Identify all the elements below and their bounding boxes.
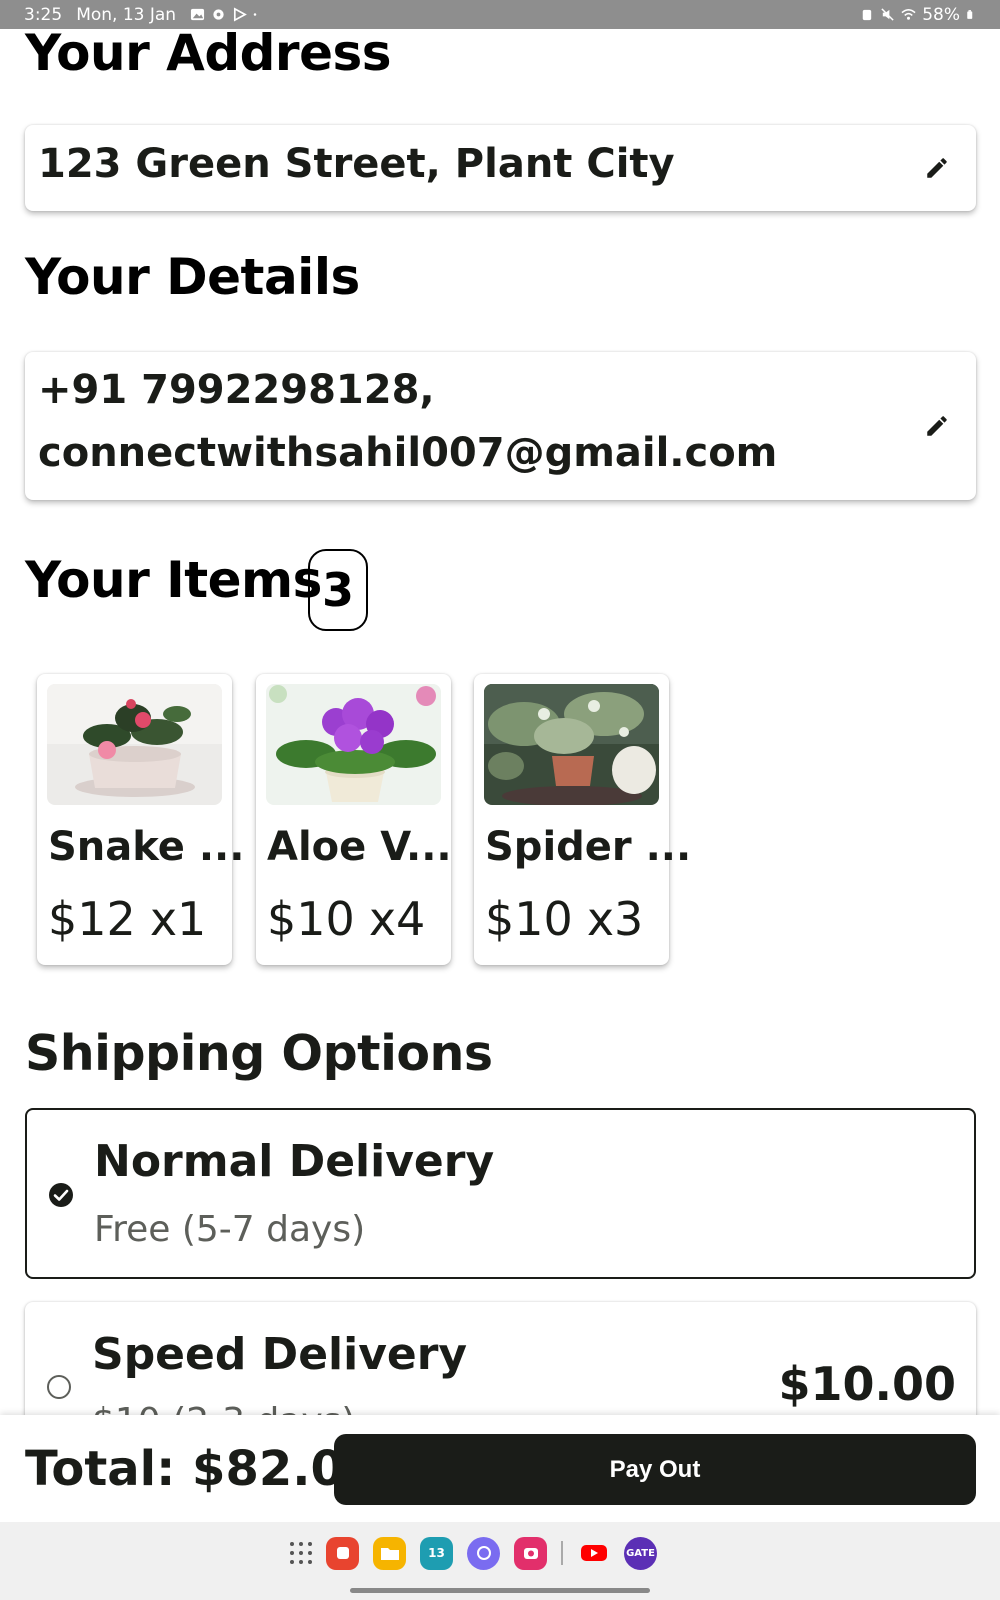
calendar-app-day: 13 bbox=[428, 1546, 445, 1560]
shipping-option-subtitle: $10 (2-3 days) bbox=[92, 1401, 355, 1415]
edit-address-pencil-icon[interactable] bbox=[924, 155, 950, 181]
radio-button[interactable] bbox=[47, 1375, 71, 1399]
status-time: 3:25 bbox=[24, 4, 63, 25]
cart-item-qty: x4 bbox=[368, 892, 426, 946]
shipping-option-title: Speed Delivery bbox=[92, 1329, 468, 1380]
calendar-app-icon[interactable]: 13 bbox=[420, 1536, 453, 1570]
cart-item-qty: x1 bbox=[149, 892, 207, 946]
cart-item-name: Aloe V... bbox=[267, 824, 452, 870]
cart-item-price-line: $12 x1 bbox=[48, 892, 206, 946]
address-heading: Your Address bbox=[25, 29, 392, 82]
plant-image-aloe bbox=[266, 684, 441, 805]
system-nav-bar: 13 GATE bbox=[0, 1522, 1000, 1600]
dock-separator bbox=[561, 1541, 563, 1565]
cart-item-price-line: $10 x3 bbox=[485, 892, 643, 946]
pay-out-button[interactable]: Pay Out bbox=[334, 1434, 976, 1505]
cart-item-qty: x3 bbox=[586, 892, 644, 946]
cart-item-card[interactable]: Spider ... $10 x3 bbox=[474, 674, 691, 965]
address-value: 123 Green Street, Plant City bbox=[38, 141, 675, 187]
cart-item-price: $12 bbox=[48, 892, 136, 946]
lock-icon bbox=[862, 9, 872, 21]
folder-app-icon[interactable] bbox=[373, 1536, 406, 1570]
order-total: Total: $82.00 bbox=[25, 1441, 378, 1497]
details-phone: +91 7992298128, bbox=[38, 367, 435, 413]
dot-icon bbox=[253, 13, 257, 16]
internet-app-icon[interactable] bbox=[467, 1536, 500, 1570]
edit-details-pencil-icon[interactable] bbox=[924, 413, 950, 439]
checkout-content[interactable]: Your Address 123 Green Street, Plant Cit… bbox=[0, 29, 1000, 1415]
cart-item-card[interactable]: Snake ... $12 x1 bbox=[37, 674, 244, 965]
apps-grid-icon[interactable] bbox=[290, 1542, 312, 1564]
status-bar: 3:25 Mon, 13 Jan 58% bbox=[0, 0, 1000, 29]
shipping-option-title: Normal Delivery bbox=[94, 1136, 495, 1187]
cart-item-price: $10 bbox=[267, 892, 355, 946]
wifi-icon bbox=[901, 9, 916, 20]
shipping-heading: Shipping Options bbox=[25, 1025, 493, 1082]
gallery-icon bbox=[191, 8, 205, 21]
youtube-app-icon[interactable] bbox=[577, 1537, 610, 1570]
battery-icon bbox=[967, 10, 973, 19]
mute-icon bbox=[881, 8, 894, 21]
cart-item-price: $10 bbox=[485, 892, 573, 946]
gate-app-label: GATE bbox=[626, 1547, 655, 1559]
camera-app-icon[interactable] bbox=[514, 1536, 547, 1570]
shipping-option-speed[interactable]: Speed Delivery $10 (2-3 days) $10.00 bbox=[25, 1302, 976, 1415]
cart-item-price-line: $10 x4 bbox=[267, 892, 425, 946]
items-heading: Your Items bbox=[25, 551, 322, 609]
shipping-option-fee: $10.00 bbox=[778, 1357, 956, 1411]
play-icon bbox=[234, 7, 247, 22]
check-circle-icon bbox=[49, 1183, 73, 1207]
checkout-bottom-bar: Total: $82.00 Pay Out bbox=[0, 1415, 1000, 1522]
address-card[interactable]: 123 Green Street, Plant City bbox=[25, 125, 976, 211]
shipping-option-normal[interactable]: Normal Delivery Free (5-7 days) bbox=[25, 1108, 976, 1279]
settings-icon bbox=[213, 9, 224, 20]
battery-percent: 58% bbox=[922, 4, 960, 25]
details-card[interactable]: +91 7992298128, connectwithsahil007@gmai… bbox=[25, 352, 976, 500]
status-date: Mon, 13 Jan bbox=[76, 4, 177, 25]
notes-app-icon[interactable] bbox=[326, 1536, 359, 1570]
home-gesture-bar[interactable] bbox=[350, 1588, 650, 1593]
shipping-option-subtitle: Free (5-7 days) bbox=[94, 1209, 366, 1250]
cart-item-card[interactable]: Aloe V... $10 x4 bbox=[256, 674, 452, 965]
gate-app-icon[interactable]: GATE bbox=[624, 1536, 657, 1570]
details-heading: Your Details bbox=[25, 248, 360, 306]
items-count-badge: 3 bbox=[308, 549, 368, 631]
cart-item-name: Snake ... bbox=[48, 824, 245, 870]
plant-image-spider bbox=[484, 684, 659, 805]
details-email: connectwithsahil007@gmail.com bbox=[38, 430, 778, 476]
plant-image-snake bbox=[47, 684, 222, 805]
cart-item-name: Spider ... bbox=[485, 824, 692, 870]
app-dock: 13 GATE bbox=[290, 1535, 657, 1571]
